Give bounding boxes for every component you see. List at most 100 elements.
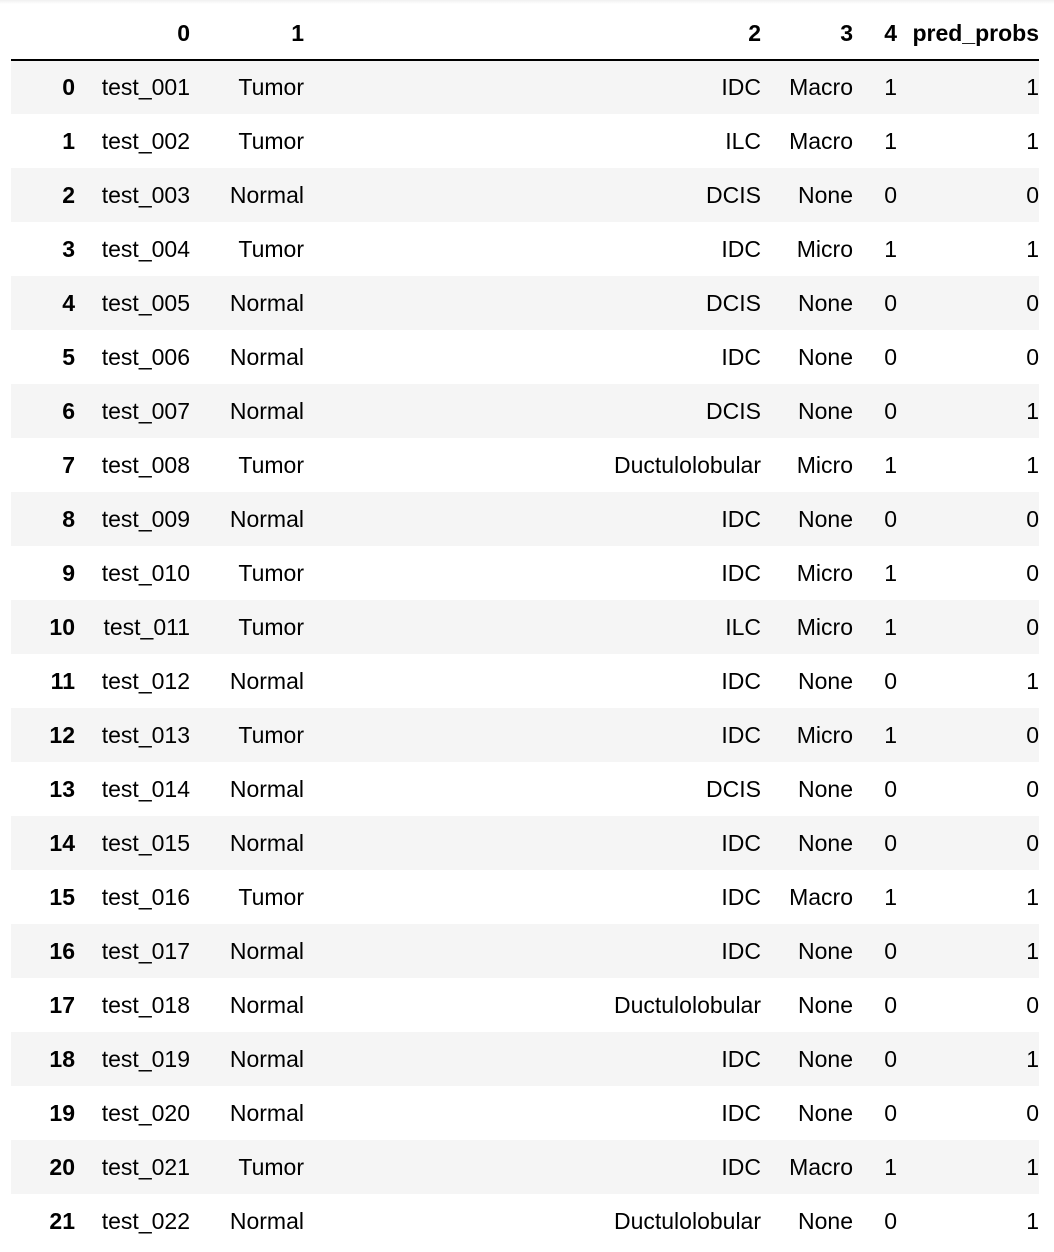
cell-pred-probs: 0	[1026, 829, 1039, 856]
cell-col-1: Normal	[229, 1207, 304, 1234]
cell-col-3: None	[798, 1045, 853, 1072]
row-index-cell: 21	[49, 1207, 75, 1234]
cell-col-4: 0	[884, 829, 897, 856]
table-row: 7 test_008 Tumor Ductulolobular Micro 1 1	[11, 438, 1039, 492]
row-index-cell: 6	[62, 397, 75, 424]
cell-col-1: Tumor	[238, 883, 304, 910]
cell-col-0: test_013	[101, 721, 190, 748]
cell-col-2: IDC	[721, 74, 761, 100]
cell-col-3: None	[798, 991, 853, 1018]
header-col-1: 1	[190, 8, 304, 61]
table-row: 1 test_002 Tumor ILC Macro 1 1	[11, 114, 1039, 168]
cell-col-0: test_006	[101, 343, 190, 370]
cell-col-1: Normal	[229, 289, 304, 316]
cell-col-0: test_017	[101, 937, 190, 964]
cell-pred-probs: 0	[1026, 181, 1039, 208]
cell-col-2: IDC	[721, 721, 761, 748]
cell-col-2: IDC	[721, 1045, 761, 1072]
cell-pred-probs: 1	[1026, 1153, 1039, 1180]
cell-pred-probs: 1	[1026, 74, 1039, 100]
cell-col-3: None	[798, 397, 853, 424]
cell-col-4: 0	[884, 991, 897, 1018]
cell-col-4: 0	[884, 505, 897, 532]
cell-pred-probs: 0	[1026, 289, 1039, 316]
header-col-2: 2	[304, 8, 761, 61]
header-row: 0 1 2 3 4 pred_probs	[11, 8, 1039, 61]
cell-col-1: Normal	[229, 991, 304, 1018]
cell-pred-probs: 0	[1026, 343, 1039, 370]
row-index-cell: 19	[49, 1099, 75, 1126]
cell-col-4: 1	[884, 883, 897, 910]
cell-col-3: None	[798, 289, 853, 316]
cell-pred-probs: 1	[1026, 1045, 1039, 1072]
cell-col-0: test_022	[101, 1207, 190, 1234]
row-index-cell: 1	[62, 127, 75, 154]
cell-col-3: None	[798, 505, 853, 532]
cell-pred-probs: 0	[1026, 1099, 1039, 1126]
cell-col-3: None	[798, 667, 853, 694]
cell-col-1: Tumor	[238, 451, 304, 478]
row-index-cell: 16	[49, 937, 75, 964]
cell-col-4: 1	[884, 721, 897, 748]
cell-col-2: ILC	[725, 613, 761, 640]
table-row: 21 test_022 Normal Ductulolobular None 0 1	[11, 1194, 1039, 1248]
row-index-cell: 13	[49, 775, 75, 802]
table-row: 13 test_014 Normal DCIS None 0 0	[11, 762, 1039, 816]
cell-col-3: None	[798, 181, 853, 208]
table-row: 17 test_018 Normal Ductulolobular None 0 0	[11, 978, 1039, 1032]
table-row: 3 test_004 Tumor IDC Micro 1 1	[11, 222, 1039, 276]
cell-col-1: Tumor	[238, 127, 304, 154]
table-row: 10 test_011 Tumor ILC Micro 1 0	[11, 600, 1039, 654]
table-row: 0 test_001 Tumor IDC Macro 1 1	[11, 60, 1039, 114]
cell-col-1: Normal	[229, 397, 304, 424]
cell-pred-probs: 1	[1026, 1207, 1039, 1234]
row-index-cell: 10	[49, 613, 75, 640]
cell-col-4: 0	[884, 775, 897, 802]
row-index-cell: 0	[62, 74, 75, 100]
cell-col-4: 1	[884, 74, 897, 100]
cell-col-3: Macro	[789, 883, 853, 910]
dataframe-output: 0 1 2 3 4 pred_probs 0 test_001 Tumor IDC Ma…	[0, 0, 1054, 1252]
cell-col-3: Macro	[789, 127, 853, 154]
row-index-cell: 12	[49, 721, 75, 748]
cell-col-0: test_016	[101, 883, 190, 910]
table-row: 19 test_020 Normal IDC None 0 0	[11, 1086, 1039, 1140]
cell-col-2: IDC	[721, 1153, 761, 1180]
header-col-0: 0	[75, 8, 190, 61]
cell-col-4: 0	[884, 343, 897, 370]
row-index-cell: 4	[62, 289, 75, 316]
cell-col-1: Normal	[229, 505, 304, 532]
cell-col-0: test_012	[101, 667, 190, 694]
cell-col-1: Normal	[229, 181, 304, 208]
cell-col-2: DCIS	[706, 289, 761, 316]
header-col-pred-probs: pred_probs	[897, 8, 1039, 61]
cell-col-3: None	[798, 775, 853, 802]
cell-col-1: Tumor	[238, 559, 304, 586]
cell-pred-probs: 1	[1026, 127, 1039, 154]
table-row: 20 test_021 Tumor IDC Macro 1 1	[11, 1140, 1039, 1194]
cell-col-1: Tumor	[238, 721, 304, 748]
cell-col-0: test_020	[101, 1099, 190, 1126]
cell-col-2: IDC	[721, 829, 761, 856]
cell-col-3: Micro	[796, 721, 853, 748]
cell-col-2: ILC	[725, 127, 761, 154]
header-col-3: 3	[761, 8, 853, 61]
row-index-cell: 15	[49, 883, 75, 910]
cell-col-1: Tumor	[238, 235, 304, 262]
cell-col-4: 1	[884, 1153, 897, 1180]
cell-col-4: 0	[884, 1099, 897, 1126]
cell-col-0: test_021	[101, 1153, 190, 1180]
table-row: 9 test_010 Tumor IDC Micro 1 0	[11, 546, 1039, 600]
cell-col-4: 1	[884, 613, 897, 640]
cell-col-0: test_005	[101, 289, 190, 316]
table-row: 11 test_012 Normal IDC None 0 1	[11, 654, 1039, 708]
cell-col-0: test_018	[101, 991, 190, 1018]
cell-col-3: Micro	[796, 235, 853, 262]
cell-col-1: Normal	[229, 775, 304, 802]
row-index-cell: 3	[62, 235, 75, 262]
cell-pred-probs: 0	[1026, 721, 1039, 748]
cell-pred-probs: 1	[1026, 451, 1039, 478]
table-row: 18 test_019 Normal IDC None 0 1	[11, 1032, 1039, 1086]
cell-col-2: DCIS	[706, 181, 761, 208]
cell-col-1: Normal	[229, 667, 304, 694]
